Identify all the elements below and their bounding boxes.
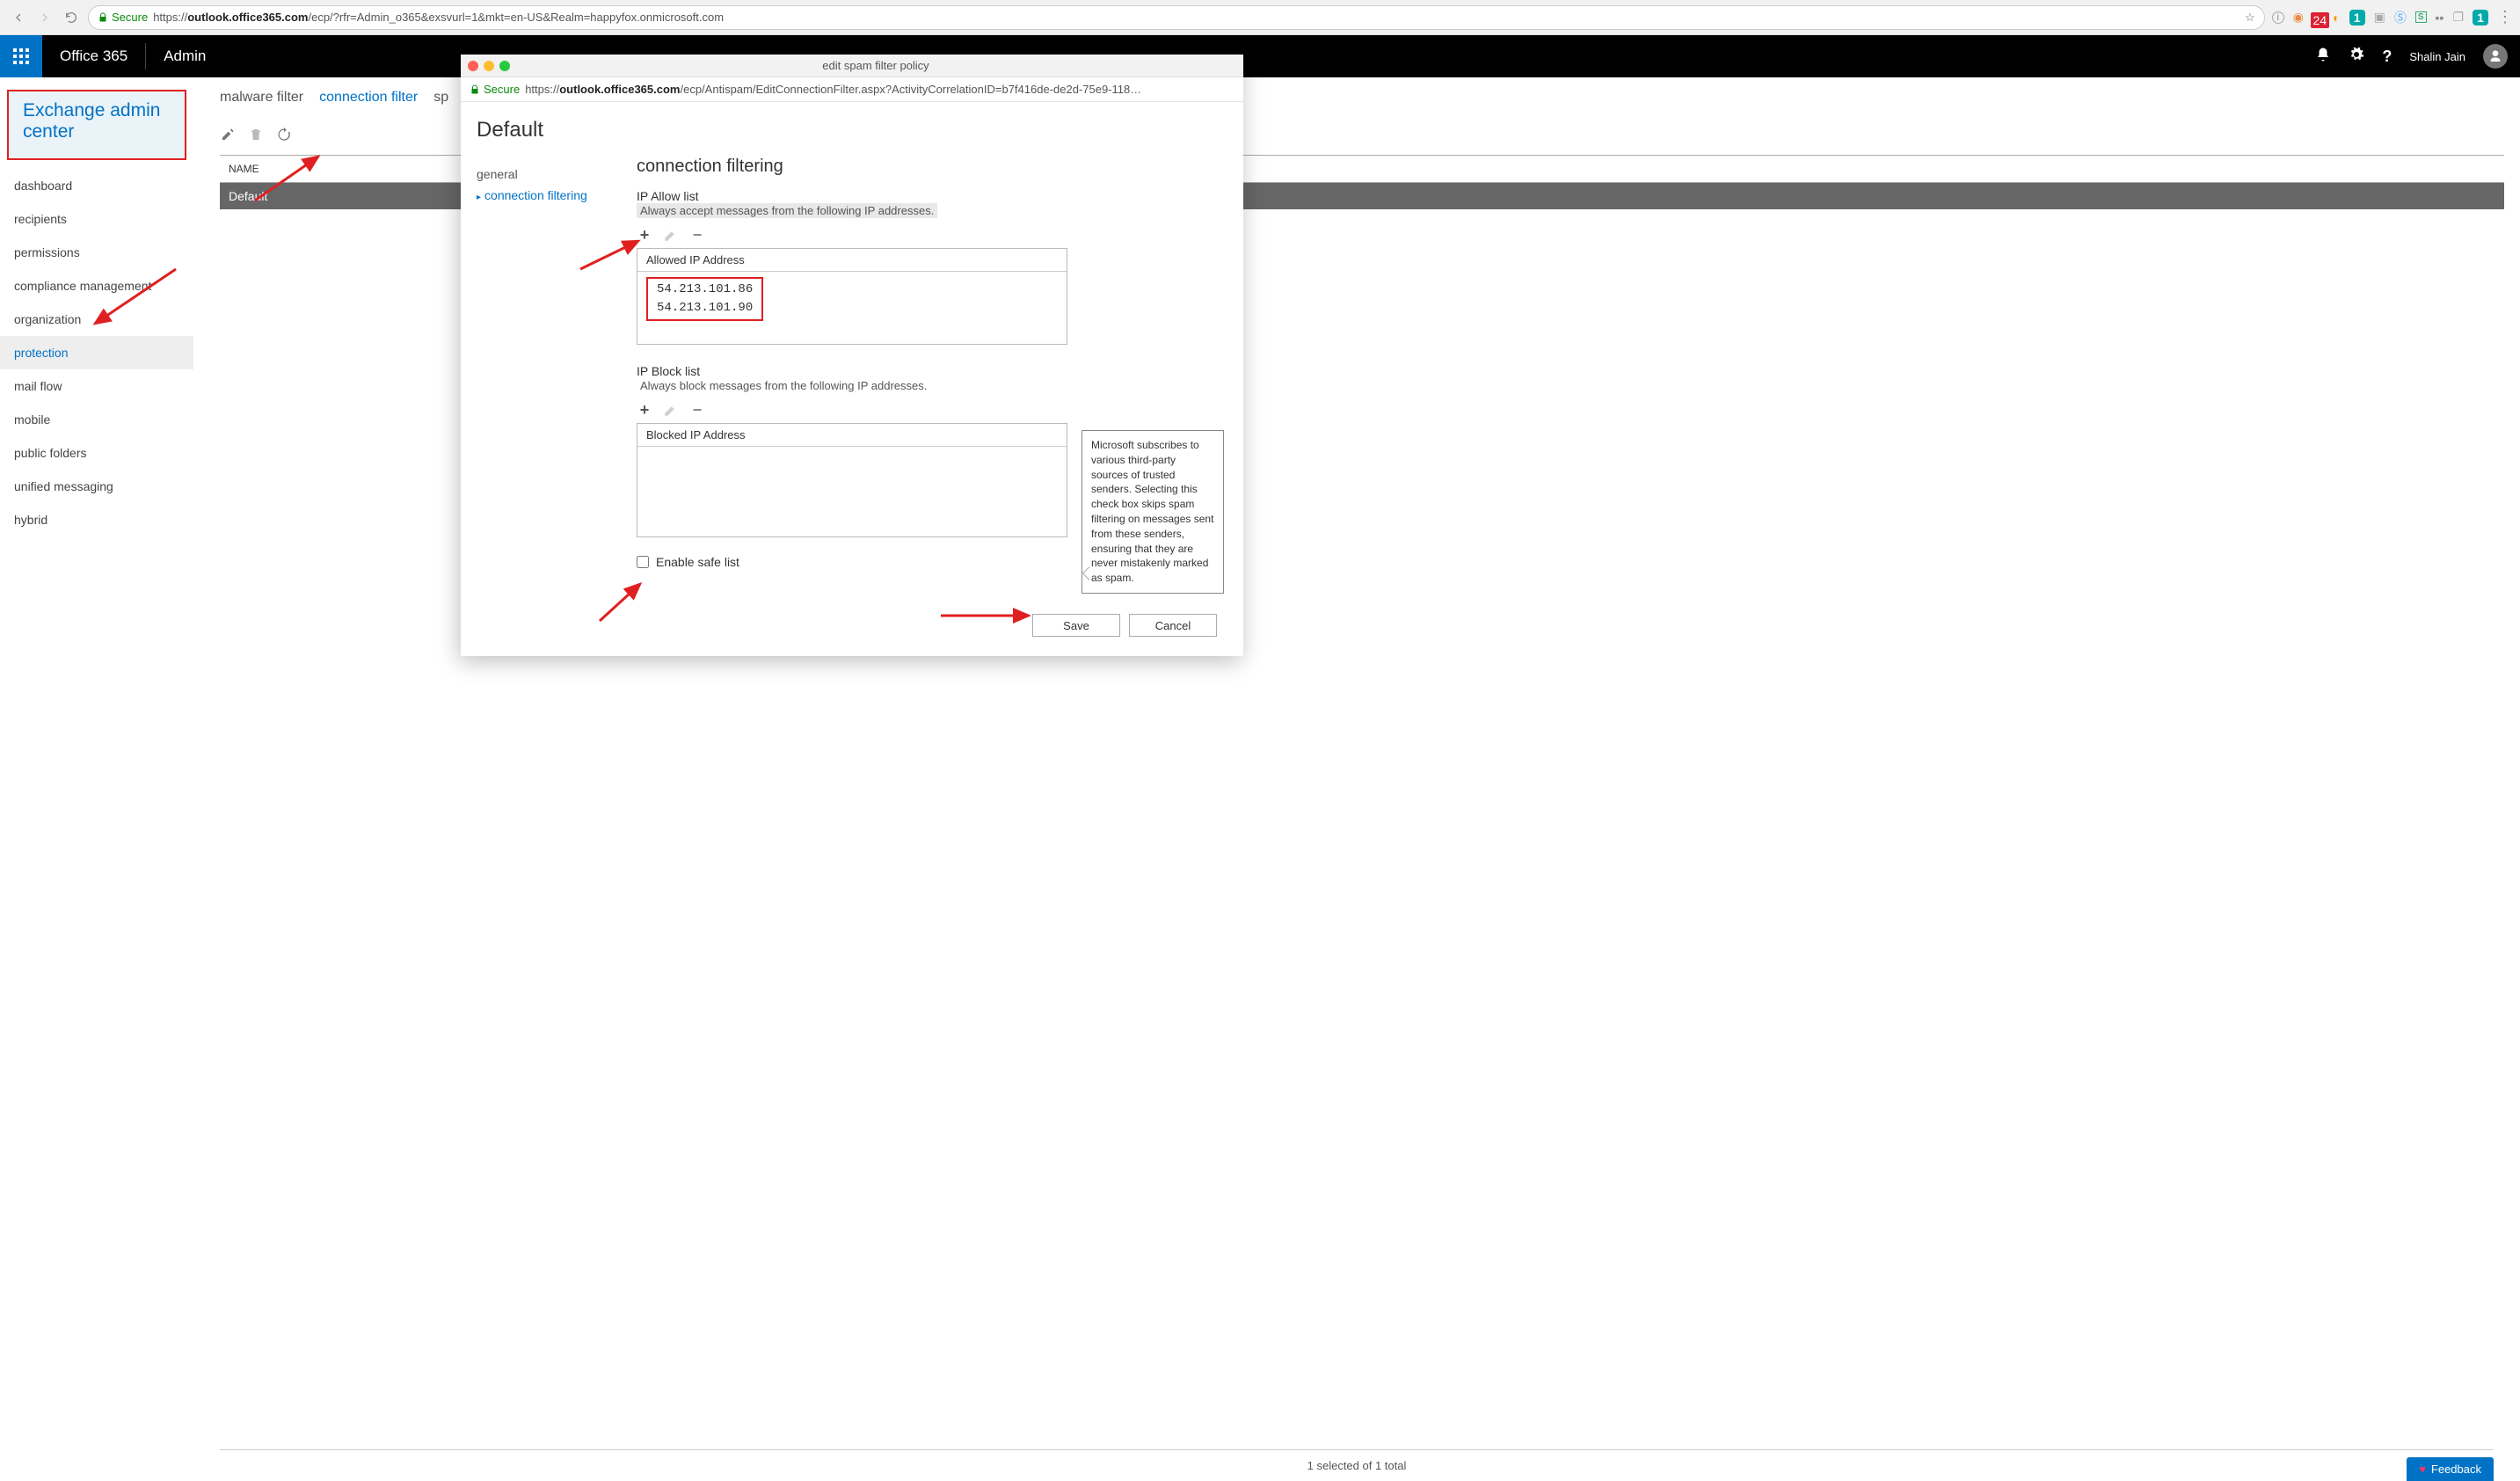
remove-icon[interactable]: − bbox=[689, 402, 705, 418]
allow-list-help: Always accept messages from the followin… bbox=[637, 203, 937, 218]
edit-icon[interactable] bbox=[663, 402, 679, 418]
enable-safe-list-label: Enable safe list bbox=[656, 555, 739, 569]
address-bar[interactable]: Secure https://outlook.office365.com/ecp… bbox=[88, 5, 2265, 30]
sidebar-item-permissions[interactable]: permissions bbox=[0, 236, 193, 269]
refresh-icon[interactable] bbox=[276, 127, 292, 142]
gear-icon[interactable] bbox=[2349, 47, 2364, 67]
lock-icon: Secure bbox=[98, 11, 148, 24]
chrome-menu-icon[interactable]: ⋮ bbox=[2497, 8, 2511, 26]
o365-brand[interactable]: Office 365 bbox=[42, 43, 146, 69]
user-name[interactable]: Shalin Jain bbox=[2409, 50, 2465, 63]
sidebar-item-mailflow[interactable]: mail flow bbox=[0, 369, 193, 403]
block-list-help: Always block messages from the following… bbox=[637, 378, 1227, 393]
popup-heading: Default bbox=[477, 118, 628, 142]
ext-icon[interactable]: S bbox=[2415, 11, 2427, 23]
forward-icon[interactable] bbox=[35, 8, 55, 27]
popup-main: connection filtering IP Allow list Alway… bbox=[628, 118, 1243, 656]
help-callout: Microsoft subscribes to various third-pa… bbox=[1082, 430, 1224, 594]
ext-icon[interactable]: ◐ bbox=[2333, 11, 2340, 25]
popup-window: edit spam filter policy Secure https://o… bbox=[461, 55, 1243, 656]
section-title: connection filtering bbox=[637, 157, 1227, 177]
ext-icon[interactable]: Ⓢ bbox=[2394, 9, 2407, 26]
avatar[interactable] bbox=[2483, 44, 2508, 69]
sidebar-item-publicfolders[interactable]: public folders bbox=[0, 436, 193, 470]
sidebar-item-protection[interactable]: protection bbox=[0, 336, 193, 369]
minimize-icon[interactable] bbox=[484, 61, 494, 71]
leftnav-general[interactable]: general bbox=[477, 164, 628, 185]
popup-leftnav: Default general ▸connection filtering bbox=[461, 118, 628, 656]
eac-title: Exchange admin center bbox=[9, 91, 185, 158]
edit-icon[interactable] bbox=[220, 127, 236, 142]
browser-extensions: i ◉ ▤24 ◐ 1 ▣ Ⓢ S ▪▪ ❐ 1 ⋮ bbox=[2272, 8, 2511, 26]
ext-icon[interactable]: ▪▪ bbox=[2436, 11, 2444, 25]
maximize-icon[interactable] bbox=[499, 61, 510, 71]
sidebar-item-organization[interactable]: organization bbox=[0, 303, 193, 336]
notifications-icon[interactable] bbox=[2315, 47, 2331, 67]
o365-app-name: Admin bbox=[146, 47, 223, 65]
status-bar: 1 selected of 1 total bbox=[220, 1449, 2494, 1481]
ext-icon[interactable]: 1 bbox=[2473, 10, 2488, 26]
add-icon[interactable]: + bbox=[637, 402, 652, 418]
sidebar-item-unifiedmessaging[interactable]: unified messaging bbox=[0, 470, 193, 503]
tab-malware-filter[interactable]: malware filter bbox=[220, 90, 303, 106]
eac-sidebar: Exchange admin center dashboard recipien… bbox=[0, 77, 193, 1481]
blocked-ip-header: Blocked IP Address bbox=[637, 424, 1067, 447]
sidebar-item-recipients[interactable]: recipients bbox=[0, 202, 193, 236]
block-list-label: IP Block list bbox=[637, 364, 1227, 378]
ext-icon[interactable]: ▣ bbox=[2374, 10, 2385, 25]
tab-connection-filter[interactable]: connection filter bbox=[319, 90, 418, 106]
feedback-button[interactable]: ♥ Feedback bbox=[2407, 1457, 2494, 1481]
allowed-ip-header: Allowed IP Address bbox=[637, 249, 1067, 272]
heart-icon: ♥ bbox=[2419, 1463, 2426, 1476]
add-icon[interactable]: + bbox=[637, 227, 652, 243]
help-icon[interactable]: ? bbox=[2382, 47, 2392, 66]
remove-icon[interactable]: − bbox=[689, 227, 705, 243]
leftnav-connection-filtering[interactable]: ▸connection filtering bbox=[477, 185, 628, 206]
edit-icon[interactable] bbox=[663, 227, 679, 243]
browser-toolbar: Secure https://outlook.office365.com/ecp… bbox=[0, 0, 2520, 35]
sidebar-item-mobile[interactable]: mobile bbox=[0, 403, 193, 436]
close-icon[interactable] bbox=[468, 61, 478, 71]
o365-header: Office 365 Admin ? Shalin Jain bbox=[0, 35, 2520, 77]
ext-icon[interactable]: ❐ bbox=[2452, 10, 2464, 25]
popup-title: edit spam filter policy bbox=[515, 59, 1236, 72]
blocked-ip-list[interactable]: Blocked IP Address bbox=[637, 423, 1067, 537]
app-launcher-icon[interactable] bbox=[0, 35, 42, 77]
sidebar-item-compliance[interactable]: compliance management bbox=[0, 269, 193, 303]
allowed-ip-list[interactable]: Allowed IP Address 54.213.101.86 54.213.… bbox=[637, 248, 1067, 345]
ext-icon[interactable]: ◉ bbox=[2293, 10, 2304, 25]
popup-titlebar: edit spam filter policy bbox=[461, 55, 1243, 77]
enable-safe-list-checkbox[interactable] bbox=[637, 556, 649, 568]
ext-icon[interactable]: ▤24 bbox=[2312, 10, 2324, 25]
sidebar-item-dashboard[interactable]: dashboard bbox=[0, 169, 193, 202]
sidebar-item-hybrid[interactable]: hybrid bbox=[0, 503, 193, 536]
back-icon[interactable] bbox=[9, 8, 28, 27]
list-item[interactable]: 54.213.101.86 bbox=[657, 281, 753, 299]
secure-label: Secure bbox=[112, 11, 148, 24]
allow-list-label: IP Allow list bbox=[637, 189, 1227, 203]
cancel-button[interactable]: Cancel bbox=[1129, 614, 1217, 637]
save-button[interactable]: Save bbox=[1032, 614, 1120, 637]
popup-address-bar[interactable]: Secure https://outlook.office365.com/ecp… bbox=[461, 77, 1243, 102]
tab-spam[interactable]: sp bbox=[433, 90, 448, 106]
list-item[interactable]: 54.213.101.90 bbox=[657, 299, 753, 317]
delete-icon[interactable] bbox=[248, 127, 264, 142]
reload-icon[interactable] bbox=[62, 8, 81, 27]
ext-icon[interactable]: 1 bbox=[2349, 10, 2365, 26]
caret-right-icon: ▸ bbox=[477, 193, 481, 202]
